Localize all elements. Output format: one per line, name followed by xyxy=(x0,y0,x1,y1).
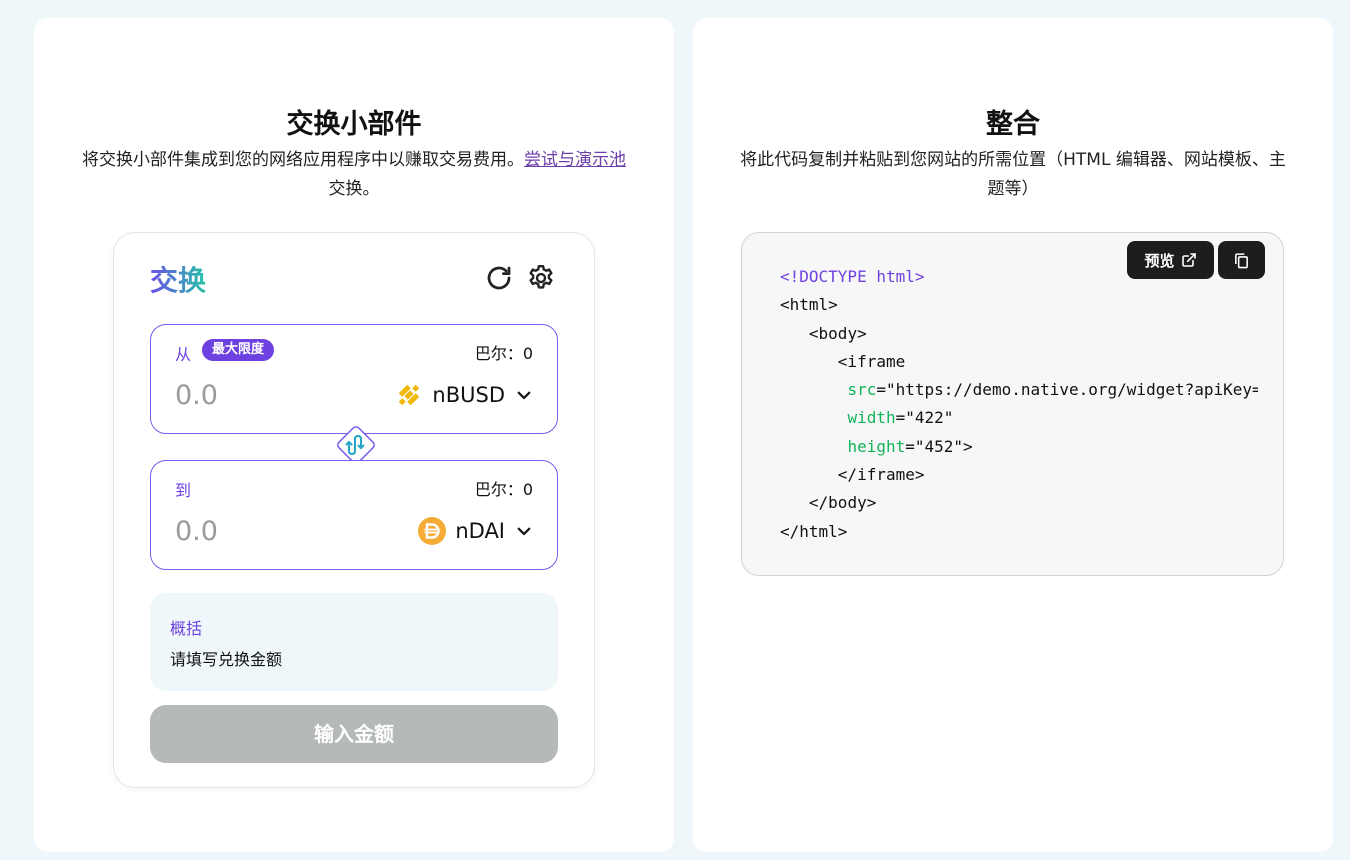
code-width-attr: width xyxy=(847,408,896,428)
copy-button[interactable] xyxy=(1218,241,1265,279)
busd-token-icon xyxy=(399,384,420,406)
to-label: 到 xyxy=(175,481,192,500)
integration-card: 整合 将此代码复制并粘贴到您网站的所需位置（HTML 编辑器、网站模板、主题等）… xyxy=(693,18,1333,852)
code-width-value: ="422" xyxy=(895,408,954,428)
swap-widget: 交换 从 最大限度 巴尔：0 0.0 nBUSD 到 巴尔：0 0.0 nDAI… xyxy=(113,232,595,788)
to-amount-input[interactable] xyxy=(175,511,345,551)
preview-label: 预览 xyxy=(1144,251,1175,270)
code-body-close: </body> xyxy=(808,493,877,513)
integration-heading: 整合 xyxy=(986,109,1040,140)
to-token-selector[interactable]: nDAI xyxy=(417,511,533,551)
summary-panel: 概括 请填写兑换金额 xyxy=(150,593,558,691)
code-html-close: </html> xyxy=(780,521,848,541)
from-label: 从 xyxy=(175,345,192,364)
code-body-open: <body> xyxy=(808,323,867,343)
refresh-icon[interactable] xyxy=(484,263,514,293)
chevron-down-icon xyxy=(517,527,531,536)
gear-icon[interactable] xyxy=(526,263,556,293)
summary-text: 请填写兑换金额 xyxy=(170,650,283,669)
preview-button[interactable]: 预览 xyxy=(1127,241,1214,279)
description-text: 将交换小部件集成到您的网络应用程序中以赚取交易费用。 xyxy=(82,150,524,170)
code-iframe-close: </iframe> xyxy=(837,465,925,485)
copy-icon xyxy=(1235,252,1248,268)
code-iframe-open: <iframe xyxy=(837,351,906,371)
swap-widget-description: 将交换小部件集成到您的网络应用程序中以赚取交易费用。尝试与演示池交换。 xyxy=(80,146,628,204)
to-balance: 巴尔：0 xyxy=(474,480,533,499)
description-suffix: 交换。 xyxy=(328,179,380,199)
summary-title: 概括 xyxy=(170,619,203,638)
code-src-attr: src xyxy=(847,380,877,400)
code-doctype: <!DOCTYPE html> xyxy=(780,267,925,286)
to-token-box: 到 巴尔：0 nDAI xyxy=(150,460,558,570)
code-snippet[interactable]: <!DOCTYPE html> <html> <body> <iframe src… xyxy=(780,263,1258,546)
swap-widget-card: 交换小部件 将交换小部件集成到您的网络应用程序中以赚取交易费用。尝试与演示池交换… xyxy=(34,18,674,852)
swap-widget-heading: 交换小部件 xyxy=(286,109,422,140)
from-token-name: nBUSD xyxy=(432,383,505,407)
code-html-open: <html> xyxy=(780,295,838,315)
from-amount-input[interactable] xyxy=(175,375,345,415)
code-snippet-box[interactable]: <!DOCTYPE html> <html> <body> <iframe src… xyxy=(741,232,1284,576)
from-token-selector[interactable]: nBUSD xyxy=(394,375,533,415)
dai-token-icon xyxy=(418,517,447,545)
from-balance: 巴尔：0 xyxy=(474,344,533,363)
external-link-icon xyxy=(1181,253,1196,267)
demo-pool-link[interactable]: 尝试与演示池 xyxy=(524,150,626,170)
chevron-down-icon xyxy=(517,391,531,400)
code-src-value: ="https://demo.native.org/widget?apiKey=… xyxy=(876,380,1258,400)
to-token-name: nDAI xyxy=(455,519,505,543)
code-height-attr: height xyxy=(847,436,906,456)
integration-description: 将此代码复制并粘贴到您网站的所需位置（HTML 编辑器、网站模板、主题等） xyxy=(740,150,1286,199)
widget-title: 交换 xyxy=(150,259,206,299)
enter-amount-button[interactable]: 输入金额 xyxy=(150,705,558,763)
code-height-value: ="452"> xyxy=(905,436,973,456)
from-token-box: 从 最大限度 巴尔：0 nBUSD xyxy=(150,324,558,434)
max-button[interactable]: 最大限度 xyxy=(202,339,275,361)
